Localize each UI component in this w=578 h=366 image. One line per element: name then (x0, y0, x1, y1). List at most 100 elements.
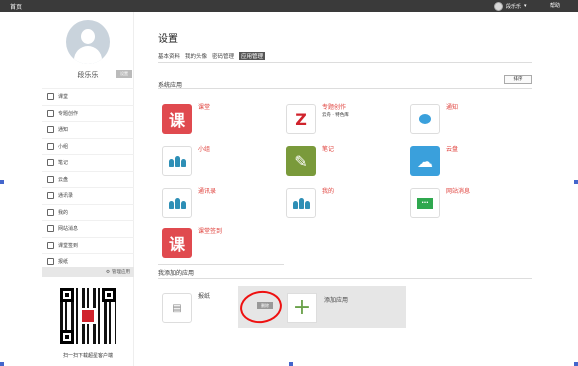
settings-tabs: 基本资料 我的头像 密码管理 应用管理 (158, 52, 266, 60)
chevron-down-icon: ▾ (524, 3, 527, 9)
sidebar-item-label: 课堂 (58, 94, 69, 101)
app-newspaper[interactable]: ▤ 报纸 (162, 293, 210, 323)
added-apps-label: 我添加的应用 (158, 270, 195, 277)
cloud-icon: ☁ (410, 146, 440, 176)
pencil-icon: ✎ (286, 146, 316, 176)
sort-button[interactable]: 排序 (504, 75, 532, 84)
sidebar-item-notice[interactable]: 通知 (42, 121, 134, 138)
settings-badge[interactable]: 设置 (116, 70, 132, 78)
sidebar-item-course[interactable]: 课堂 (42, 88, 134, 105)
topic-z-icon: Z (286, 104, 316, 134)
app-label: 笔记 (322, 146, 335, 153)
sidebar-item-checkin[interactable]: 课堂签到 (42, 236, 134, 254)
divider (158, 62, 532, 63)
user-icon (47, 208, 54, 216)
sidebar-item-label: 课堂签到 (58, 242, 79, 249)
checkin-icon (47, 241, 54, 249)
app-notice[interactable]: 通知 (410, 104, 458, 134)
chat-bubble-icon: … (410, 188, 440, 218)
resize-handle (574, 362, 578, 366)
note-icon (47, 159, 54, 167)
app-label: 报纸 (198, 293, 211, 300)
sidebar-item-label: 报纸 (58, 259, 69, 266)
app-contacts[interactable]: 通讯录 (162, 188, 216, 218)
app-label: 我的 (322, 188, 335, 195)
sidebar-item-label: 小组 (58, 143, 69, 150)
message-icon (47, 225, 54, 233)
qr-caption: 扫一扫下载超星客户端 (62, 353, 113, 359)
app-label: 通讯录 (198, 188, 217, 195)
manage-apps-button[interactable]: ⚙ 管理应用 (42, 267, 134, 277)
app-site-messages[interactable]: … 网站消息 (410, 188, 470, 218)
app-cloud[interactable]: ☁ 云盘 (410, 146, 458, 176)
home-link[interactable]: 首页 (10, 2, 22, 11)
page-title: 设置 (158, 34, 178, 45)
app-sublabel: 云舟 · 特色库 (322, 113, 349, 118)
resize-handle (0, 362, 4, 366)
user-menu[interactable]: 段乐乐 ▾ (494, 1, 527, 11)
app-label: 通知 (446, 104, 459, 111)
sidebar-item-topic[interactable]: 专题创作 (42, 104, 134, 122)
user-avatar-icon (494, 1, 503, 11)
add-app-label: 添加应用 (324, 297, 349, 304)
divider (158, 278, 532, 279)
sidebar-item-mine[interactable]: 我的 (42, 203, 134, 221)
app-label: 专题创作 (322, 104, 347, 111)
app-group[interactable]: 小组 (162, 146, 210, 176)
main-content: 设置 基本资料 我的头像 密码管理 应用管理 系统应用 排序 课 课堂 Z 专题… (134, 12, 544, 366)
sidebar-nav: 课堂 专题创作 通知 小组 笔记 云盘 通讯录 我的 网站消息 课堂签到 报纸 (42, 88, 134, 270)
group-people-icon (162, 146, 192, 176)
app-label: 云盘 (446, 146, 459, 153)
divider (158, 88, 532, 89)
sidebar-item-label: 通讯录 (58, 193, 74, 200)
app-label: 课堂 (198, 104, 211, 111)
sidebar-item-cloud[interactable]: 云盘 (42, 170, 134, 188)
book-icon (47, 93, 54, 101)
sidebar-item-label: 网站消息 (58, 226, 79, 233)
app-topic[interactable]: Z 专题创作 云舟 · 特色库 (286, 104, 349, 134)
sidebar-item-label: 笔记 (58, 160, 69, 167)
bell-icon (47, 126, 54, 134)
app-note[interactable]: ✎ 笔记 (286, 146, 334, 176)
app-logo-icon (80, 308, 96, 324)
checkin-course-icon: 课 (162, 228, 192, 258)
topic-icon (47, 109, 54, 117)
sidebar-item-group[interactable]: 小组 (42, 137, 134, 155)
tab-basic-info[interactable]: 基本资料 (158, 52, 180, 60)
app-label: 小组 (198, 146, 211, 153)
resize-handle (574, 180, 578, 184)
contacts-icon (47, 192, 54, 200)
group-icon (47, 142, 54, 150)
user-name: 段乐乐 (506, 3, 522, 10)
manage-apps-label: 管理应用 (112, 270, 130, 275)
app-course[interactable]: 课 课堂 (162, 104, 210, 134)
notice-icon (410, 104, 440, 134)
sidebar-item-note[interactable]: 笔记 (42, 154, 134, 171)
qr-code (60, 288, 116, 344)
sidebar-item-contacts[interactable]: 通讯录 (42, 187, 134, 204)
newspaper-icon: ▤ (162, 293, 192, 323)
divider (158, 264, 284, 265)
gear-icon: ⚙ (105, 269, 110, 275)
mine-people-icon (286, 188, 316, 218)
add-app-button[interactable]: + (287, 293, 317, 323)
sidebar-item-label: 通知 (58, 127, 69, 134)
resize-handle (289, 362, 293, 366)
tab-app-management[interactable]: 应用管理 (239, 52, 266, 60)
cloud-icon (47, 175, 54, 183)
app-label: 课堂签到 (198, 228, 223, 235)
tab-avatar[interactable]: 我的头像 (185, 52, 207, 60)
profile-avatar[interactable] (66, 20, 110, 64)
sidebar-item-label: 云盘 (58, 176, 69, 183)
app-mine[interactable]: 我的 (286, 188, 334, 218)
app-label: 网站消息 (446, 188, 471, 195)
contacts-people-icon (162, 188, 192, 218)
sidebar-item-label: 专题创作 (58, 110, 79, 117)
sidebar-item-label: 我的 (58, 209, 69, 216)
app-checkin[interactable]: 课 课堂签到 (162, 228, 222, 258)
tab-password[interactable]: 密码管理 (212, 52, 234, 60)
top-bar: 首页 段乐乐 ▾ 帮助 (0, 0, 578, 12)
help-link[interactable]: 帮助 (550, 2, 560, 9)
sidebar-item-messages[interactable]: 网站消息 (42, 220, 134, 237)
resize-handle (0, 180, 4, 184)
